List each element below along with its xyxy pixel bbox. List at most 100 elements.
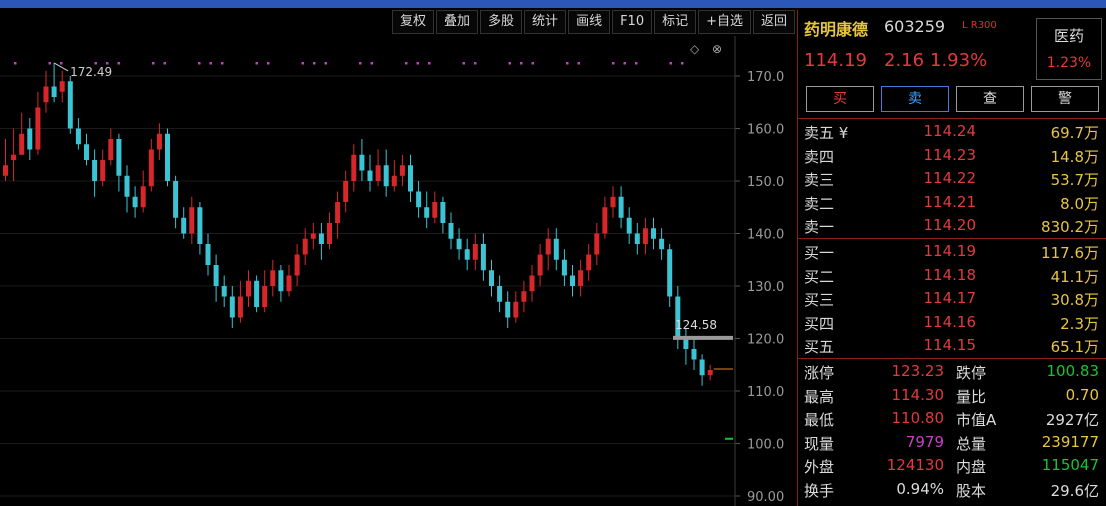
candle-body [489, 270, 494, 286]
candle-body [667, 249, 673, 297]
stat-label: 现量 [804, 434, 835, 453]
candle-body [335, 202, 341, 223]
candle-body [237, 296, 243, 318]
query-button[interactable]: 查 [956, 86, 1024, 112]
sector-box[interactable]: 医药 1.23% [1036, 18, 1102, 80]
stock-flag: L R300 [962, 20, 997, 31]
y-tick-label: 140.0 [747, 228, 784, 243]
signal-marker [255, 62, 258, 65]
order-level-label: 卖三 [804, 171, 835, 189]
signal-marker [681, 62, 684, 65]
candle-body [505, 301, 511, 318]
order-row[interactable]: 买三 114.17 30.8万 [798, 289, 1106, 311]
order-volume: 830.2万 [1041, 218, 1099, 236]
candle-body [197, 207, 203, 244]
toolbar-back-button[interactable]: 返回 [753, 10, 796, 34]
order-row[interactable]: 买一 114.19 117.6万 [798, 242, 1106, 264]
quote-panel: 药明康德 603259 L R300 医药 1.23% 114.19 2.16 … [797, 10, 1106, 506]
toolbar-draw-button[interactable]: 画线 [568, 10, 611, 34]
order-volume: 65.1万 [1050, 338, 1099, 356]
toolbar-overlay-button[interactable]: 叠加 [436, 10, 479, 34]
stats-divider [798, 358, 1106, 359]
y-tick-label: 100.0 [747, 438, 784, 453]
alert-button[interactable]: 警 [1031, 86, 1099, 112]
candle-body [254, 280, 260, 307]
order-row[interactable]: 卖五 ¥ 114.24 69.7万 [798, 122, 1106, 144]
candle-body [189, 207, 195, 234]
candle-body [92, 160, 98, 181]
order-row[interactable]: 卖一 114.20 830.2万 [798, 216, 1106, 238]
kline-svg: 170.0 160.0 150.0 140.0 130.0 120.0 110.0 100.0… [0, 36, 784, 506]
candle-body [3, 165, 8, 176]
chart-toolbar: 复权 叠加 多股 统计 画线 F10 标记 +自选 返回 [392, 10, 797, 34]
signal-marker [198, 62, 201, 65]
stat-label: 内盘 [956, 458, 987, 476]
candle-body [634, 233, 640, 244]
candle-body [586, 254, 592, 271]
signal-marker [428, 62, 431, 65]
stat-value: 2927亿 [1045, 411, 1099, 429]
candle-body [375, 165, 381, 181]
order-price: 114.18 [923, 265, 977, 284]
toolbar-f10-button[interactable]: F10 [612, 10, 653, 34]
candle-body [173, 181, 179, 218]
candle-body [310, 233, 316, 239]
current-price: 114.19 [804, 50, 867, 71]
stat-value: 7979 [905, 432, 944, 451]
toolbar-label: 复权 [400, 14, 427, 29]
signal-marker [623, 62, 626, 65]
signal-marker [416, 62, 419, 65]
plus-icon: + [706, 14, 718, 29]
candle-body [367, 170, 373, 181]
sell-button[interactable]: 卖 [881, 86, 949, 112]
toolbar-fuquan-button[interactable]: 复权 [392, 10, 435, 34]
candle-body [521, 291, 527, 302]
order-price: 114.23 [923, 145, 977, 164]
candle-body [246, 280, 251, 297]
order-row[interactable]: 买五 114.15 65.1万 [798, 336, 1106, 358]
toolbar-label: 画线 [576, 14, 603, 29]
order-price: 114.15 [923, 336, 977, 354]
order-level-label: 买三 [804, 291, 835, 309]
toolbar-add-watchlist-button[interactable]: +自选 [698, 10, 752, 34]
toolbar-mark-button[interactable]: 标记 [654, 10, 697, 34]
candle-body [132, 196, 138, 208]
signal-marker [566, 62, 569, 65]
order-volume: 117.6万 [1041, 244, 1099, 262]
signal-marker [324, 62, 327, 65]
candle-body [75, 128, 81, 145]
candle-body [391, 175, 397, 187]
candle-body [513, 301, 519, 318]
order-row[interactable]: 卖三 114.22 53.7万 [798, 169, 1106, 191]
signal-marker [508, 62, 511, 65]
stat-value: 29.6亿 [1050, 481, 1099, 500]
order-row[interactable]: 买四 114.16 2.3万 [798, 313, 1106, 335]
candle-body [286, 275, 292, 292]
toolbar-multistock-button[interactable]: 多股 [480, 10, 523, 34]
candle-body [594, 233, 600, 255]
signal-marker [48, 62, 51, 65]
candle-body [51, 86, 57, 97]
buy-button[interactable]: 买 [806, 86, 874, 112]
candle-body [448, 223, 454, 239]
signal-marker [152, 62, 155, 65]
candle-body [327, 223, 332, 244]
kline-chart[interactable]: ◇ ⊗ 170.0 160.0 150.0 140.0 130.0 120.0 110.0 1… [0, 36, 796, 506]
order-row[interactable]: 卖四 114.23 14.8万 [798, 146, 1106, 168]
toolbar-stats-button[interactable]: 统计 [524, 10, 567, 34]
candle-body [424, 207, 430, 218]
toolbar-label: 标记 [662, 14, 689, 29]
order-row[interactable]: 卖二 114.21 8.0万 [798, 193, 1106, 215]
order-level-label: 卖二 [804, 194, 835, 213]
candle-body [456, 238, 462, 250]
candle-body [318, 233, 324, 244]
signal-marker [60, 62, 63, 65]
sector-change: 1.23% [1046, 55, 1092, 71]
order-row[interactable]: 买二 114.18 41.1万 [798, 266, 1106, 288]
candle-body [480, 244, 486, 271]
candle-body [156, 133, 162, 150]
candle-body [351, 154, 357, 181]
signal-marker [635, 62, 638, 65]
signal-marker [669, 62, 672, 65]
candle-body [691, 349, 697, 360]
